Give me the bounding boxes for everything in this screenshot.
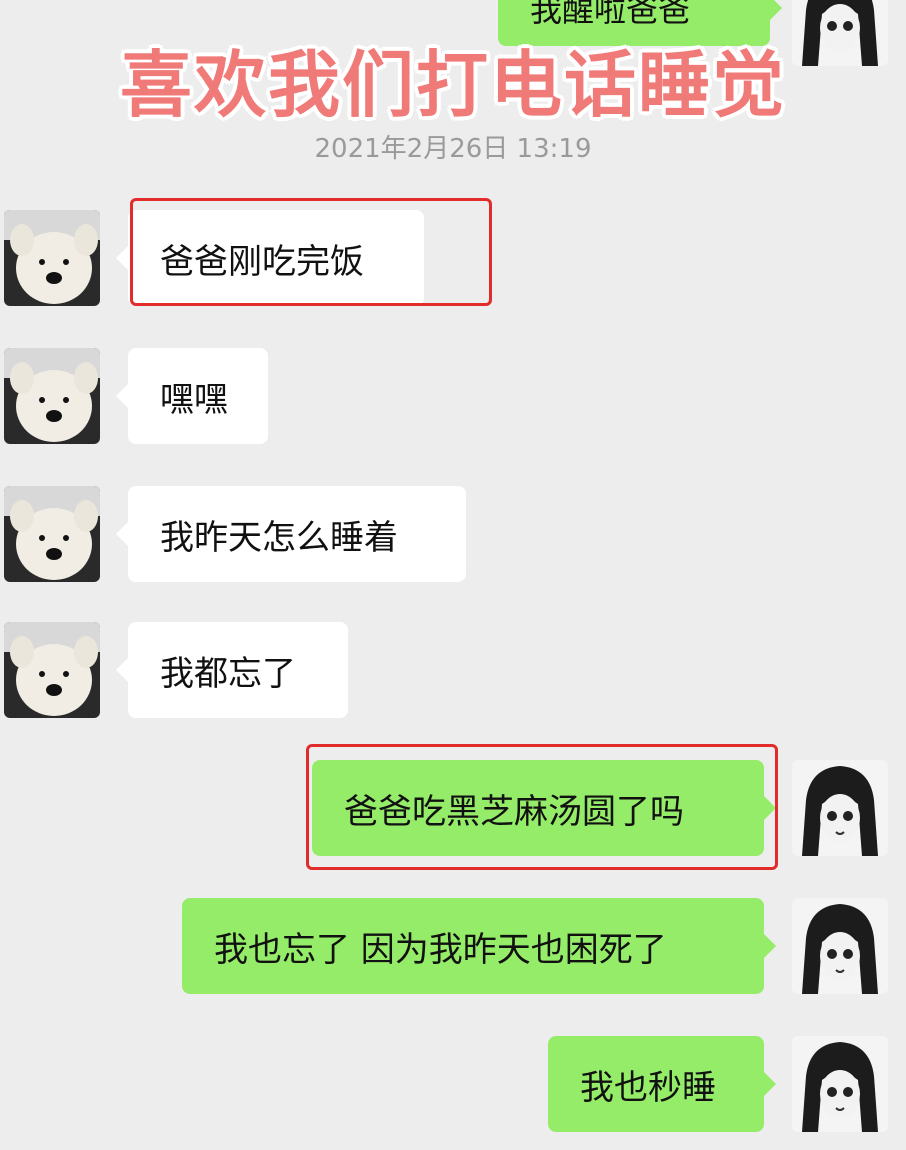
dog-avatar-icon[interactable] — [4, 622, 100, 718]
message-bubble[interactable]: 我也忘了 因为我昨天也困死了 — [182, 898, 776, 994]
message-bubble[interactable]: 我都忘了 — [116, 622, 348, 718]
message-bubble[interactable]: 我昨天怎么睡着 — [116, 486, 466, 582]
message-text: 我昨天怎么睡着 — [160, 517, 398, 558]
message-text: 嘿嘿 — [160, 379, 228, 420]
dog-avatar-icon[interactable] — [4, 486, 100, 582]
message-text: 我都忘了 — [160, 653, 296, 694]
highlight-box — [306, 744, 778, 870]
anime-girl-avatar-icon[interactable] — [792, 760, 888, 856]
message-text: 我也忘了 因为我昨天也困死了 — [214, 929, 667, 970]
dog-avatar-icon[interactable] — [4, 348, 100, 444]
message-bubble[interactable]: 嘿嘿 — [116, 348, 268, 444]
highlight-box — [130, 198, 492, 306]
overlay-title: 喜欢我们打电话睡觉 — [119, 43, 786, 127]
chat-timestamp: 2021年2月26日 13:19 — [314, 134, 592, 164]
message-text: 我也秒睡 — [580, 1067, 716, 1108]
message-bubble[interactable]: 我也秒睡 — [548, 1036, 776, 1132]
dog-avatar-icon[interactable] — [4, 210, 100, 306]
anime-girl-avatar-icon[interactable] — [792, 1036, 888, 1132]
anime-girl-avatar-icon[interactable] — [792, 898, 888, 994]
